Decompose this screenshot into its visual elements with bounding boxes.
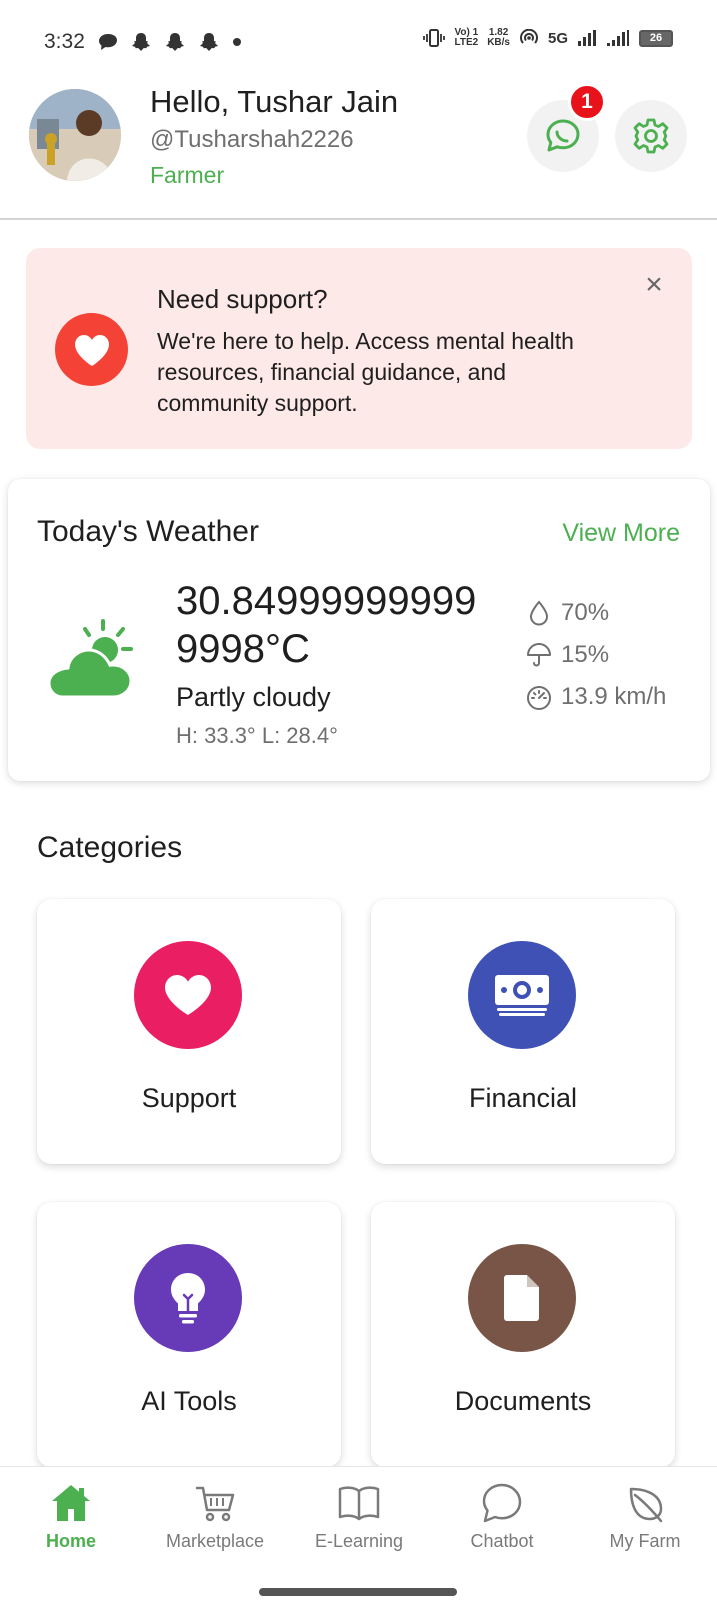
- view-more-link[interactable]: View More: [562, 519, 680, 548]
- user-role: Farmer: [150, 162, 225, 188]
- category-financial[interactable]: Financial: [371, 899, 675, 1164]
- network-label: Vo) 1 LTE2: [454, 27, 479, 48]
- money-icon: [495, 975, 549, 1016]
- avatar[interactable]: [29, 89, 121, 181]
- chat-bubble-icon: [99, 34, 117, 50]
- ai-tools-circle: [134, 1244, 242, 1352]
- hotspot-icon: [520, 29, 538, 44]
- signal-icon: [578, 30, 596, 46]
- home-indicator[interactable]: [259, 1588, 457, 1596]
- weather-title: Today's Weather: [37, 515, 259, 548]
- category-label: Support: [141, 1083, 237, 1113]
- bottom-navigation: Home Marketplace E-Learning Chatbot My F…: [0, 1466, 717, 1600]
- settings-button[interactable]: [615, 100, 687, 172]
- book-icon: [338, 1486, 380, 1521]
- weather-high-low: H: 33.3° L: 28.4°: [176, 723, 338, 748]
- avatar-photo: [29, 89, 121, 181]
- cart-icon: [195, 1486, 235, 1522]
- close-icon[interactable]: ×: [639, 270, 669, 300]
- status-bar: 3:32 Vo) 1 LTE2 1.82 KB/s 5G 26: [0, 0, 717, 70]
- weather-temperature: 30.849999999999998°C: [176, 579, 477, 671]
- snapchat-icon: [200, 33, 218, 51]
- notification-badge: 1: [568, 83, 606, 121]
- weather-card: Today's Weather View More 30.84999999999…: [8, 479, 710, 781]
- nav-label: My Farm: [609, 1531, 681, 1551]
- dot-icon: [233, 38, 241, 46]
- status-time: 3:32: [44, 30, 85, 53]
- category-ai-tools[interactable]: AI Tools: [37, 1202, 341, 1467]
- heart-icon: [165, 975, 211, 1015]
- support-banner[interactable]: Need support? We're here to help. Access…: [26, 248, 692, 449]
- document-icon: [504, 1275, 539, 1321]
- chat-bubble-icon: [482, 1483, 522, 1523]
- leaf-icon: [629, 1487, 663, 1523]
- weather-stats: 70% 15% 13.9 km/h: [526, 599, 666, 710]
- snapchat-icon: [132, 33, 150, 51]
- nav-e-learning[interactable]: E-Learning: [289, 1481, 429, 1565]
- support-title: Need support?: [157, 284, 328, 314]
- category-documents[interactable]: Documents: [371, 1202, 675, 1467]
- nav-home[interactable]: Home: [1, 1481, 141, 1565]
- system-status: Vo) 1 LTE2 1.82 KB/s 5G 26: [423, 28, 673, 48]
- nav-chatbot[interactable]: Chatbot: [432, 1481, 572, 1565]
- nav-label: Home: [45, 1531, 96, 1551]
- categories-title: Categories: [37, 831, 183, 864]
- rain-stat: 15%: [526, 641, 666, 668]
- vibrate-icon: [423, 29, 446, 47]
- humidity-stat: 70%: [526, 599, 666, 626]
- battery-icon: 26: [639, 29, 673, 47]
- weather-condition: Partly cloudy: [176, 682, 331, 712]
- nav-label: Chatbot: [470, 1531, 534, 1551]
- nav-label: Marketplace: [165, 1531, 265, 1551]
- category-label: Financial: [468, 1083, 578, 1113]
- snapchat-icon: [166, 33, 184, 51]
- nav-my-farm[interactable]: My Farm: [575, 1481, 715, 1565]
- support-heart-circle: [55, 313, 128, 386]
- category-label: Documents: [454, 1386, 592, 1416]
- financial-circle: [468, 941, 576, 1049]
- support-circle: [134, 941, 242, 1049]
- droplet-icon: [529, 599, 549, 625]
- wind-stat: 13.9 km/h: [526, 683, 666, 710]
- heart-icon: [74, 334, 109, 366]
- nav-label: E-Learning: [314, 1531, 404, 1551]
- lightbulb-icon: [171, 1273, 205, 1324]
- umbrella-icon: [527, 642, 551, 666]
- signal-icon: [607, 30, 629, 46]
- partly-cloudy-icon: [47, 619, 133, 699]
- documents-circle: [468, 1244, 576, 1352]
- support-text: We're here to help. Access mental health…: [157, 328, 574, 416]
- chat-icon: [546, 119, 580, 152]
- greeting: Hello, Tushar Jain: [150, 84, 399, 119]
- speedometer-icon: [527, 685, 551, 710]
- notification-icons: [98, 32, 242, 52]
- net-type: 5G: [547, 29, 568, 47]
- nav-marketplace[interactable]: Marketplace: [145, 1481, 285, 1565]
- home-icon: [52, 1485, 90, 1521]
- category-label: AI Tools: [141, 1386, 237, 1416]
- category-support[interactable]: Support: [37, 899, 341, 1164]
- username: @Tusharshah2226: [150, 126, 354, 153]
- network-speed: 1.82 KB/s: [487, 27, 510, 48]
- gear-icon: [633, 118, 669, 154]
- profile-header: Hello, Tushar Jain @Tusharshah2226 Farme…: [0, 78, 717, 220]
